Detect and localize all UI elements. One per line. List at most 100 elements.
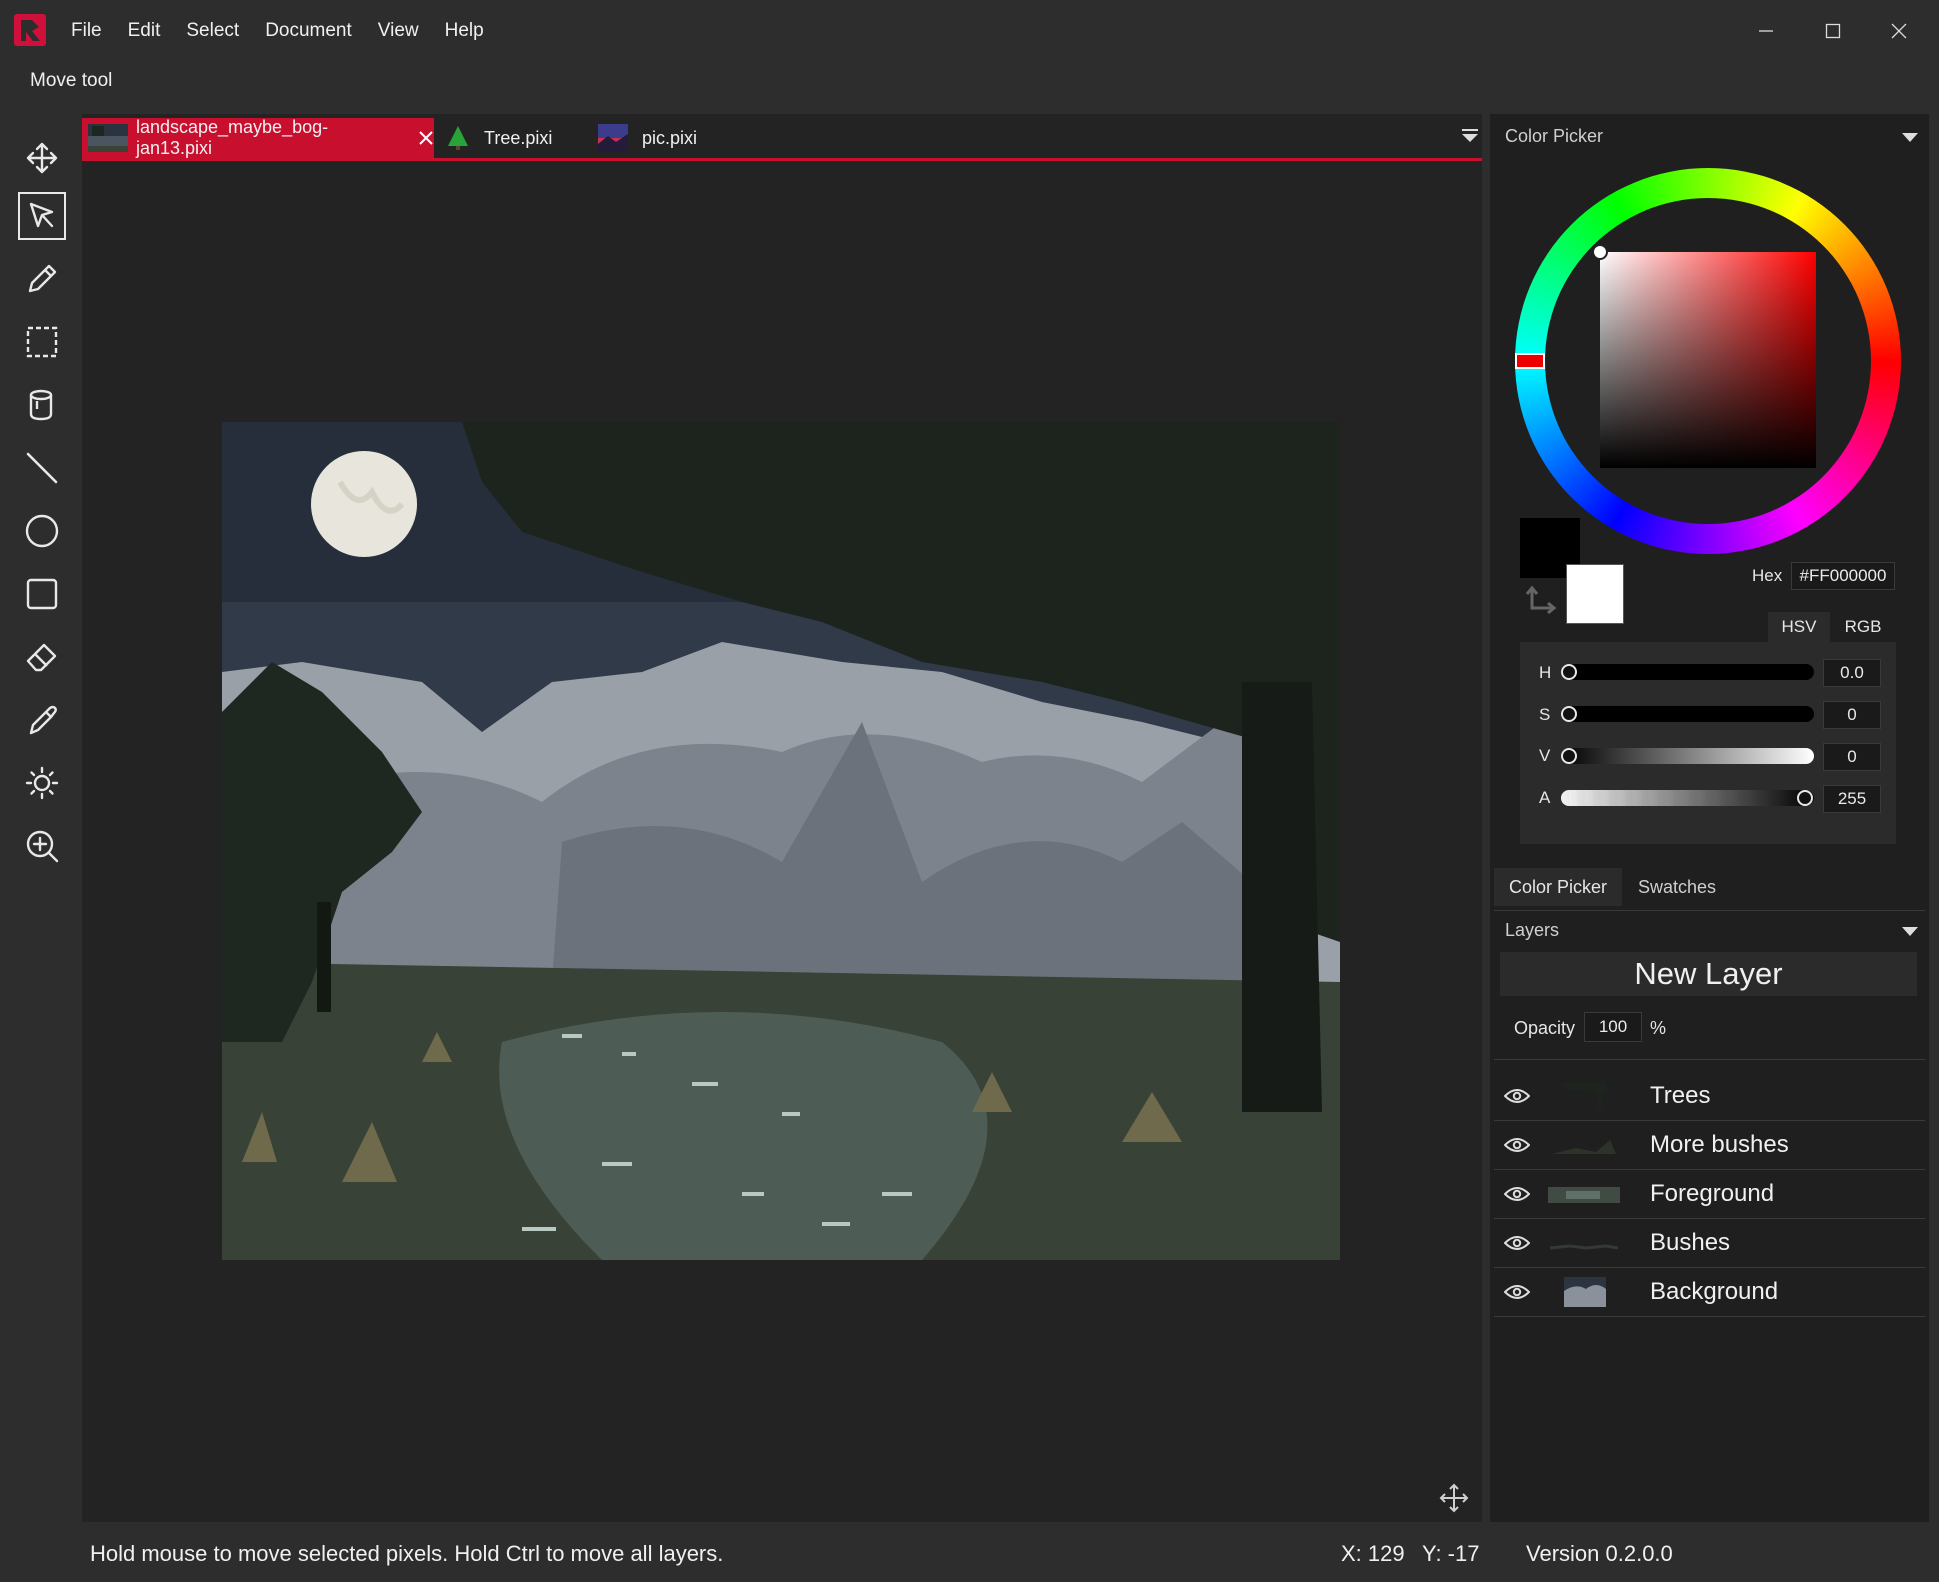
app-logo-icon: [14, 14, 46, 46]
layer-name: Trees: [1650, 1082, 1711, 1109]
h-slider[interactable]: [1561, 664, 1814, 680]
a-slider-knob[interactable]: [1797, 790, 1813, 806]
a-input[interactable]: 255: [1823, 785, 1881, 813]
layer-name: More bushes: [1650, 1131, 1789, 1158]
rectangle-select-tool[interactable]: [18, 318, 66, 366]
s-slider-knob[interactable]: [1561, 706, 1577, 722]
color-picker-collapse-button[interactable]: [1902, 130, 1918, 148]
landscape-thumbnail-icon: [88, 124, 128, 152]
move-tool[interactable]: [18, 134, 66, 182]
layer-row-foreground[interactable]: Foreground: [1494, 1170, 1925, 1219]
tool-panel: [8, 114, 74, 1528]
v-slider-knob[interactable]: [1561, 748, 1577, 764]
hex-input[interactable]: #FF000000: [1791, 562, 1895, 590]
close-icon: [1891, 23, 1907, 39]
zoom-tool[interactable]: [18, 822, 66, 870]
v-input[interactable]: 0: [1823, 743, 1881, 771]
layer-thumbnail: [1546, 1128, 1622, 1162]
close-tab-icon[interactable]: [418, 130, 434, 146]
move-cursor-icon: [1439, 1483, 1469, 1518]
tab-tree[interactable]: Tree.pixi: [444, 118, 574, 158]
h-input[interactable]: 0.0: [1823, 659, 1881, 687]
dropdown-menu-icon: [1462, 129, 1478, 142]
bucket-icon: [29, 389, 53, 421]
fill-tool[interactable]: [18, 381, 66, 429]
new-layer-button[interactable]: New Layer: [1500, 952, 1917, 996]
drawing-canvas[interactable]: [222, 422, 1340, 1260]
s-input[interactable]: 0: [1823, 701, 1881, 729]
layer-thumbnail: [1546, 1079, 1622, 1113]
s-slider[interactable]: [1561, 706, 1814, 722]
v-slider[interactable]: [1561, 748, 1814, 764]
menu-edit[interactable]: Edit: [115, 0, 174, 62]
square-icon: [26, 578, 58, 610]
tab-pic[interactable]: pic.pixi: [598, 118, 728, 158]
saturation-value-square[interactable]: [1600, 252, 1816, 468]
tab-label: landscape_maybe_bog-jan13.pixi: [135, 117, 329, 158]
h-label: H: [1539, 663, 1552, 682]
tab-label: pic.pixi: [642, 127, 698, 148]
layers-collapse-button[interactable]: [1902, 924, 1918, 942]
line-tool[interactable]: [18, 444, 66, 492]
eye-icon[interactable]: [1502, 1081, 1532, 1111]
minimize-button[interactable]: [1733, 0, 1799, 62]
eye-icon[interactable]: [1502, 1228, 1532, 1258]
layers-title: Layers: [1505, 920, 1560, 940]
eye-icon[interactable]: [1502, 1130, 1532, 1160]
line-icon: [26, 452, 58, 484]
v-label: V: [1539, 746, 1551, 765]
a-slider[interactable]: [1561, 790, 1814, 806]
tabs-menu-button[interactable]: [1462, 128, 1478, 149]
menu-document[interactable]: Document: [252, 0, 365, 62]
tab-color-picker[interactable]: Color Picker: [1494, 868, 1622, 906]
tree-thumbnail-icon: [448, 126, 468, 150]
cursor-arrow-icon: [29, 202, 54, 228]
menu-file[interactable]: File: [58, 0, 115, 62]
cursor-y: Y: -17: [1422, 1541, 1480, 1566]
color-picker-tool[interactable]: [18, 696, 66, 744]
circle-icon: [25, 514, 59, 548]
layer-thumbnail: [1546, 1177, 1622, 1211]
eraser-tool[interactable]: [18, 633, 66, 681]
ellipse-tool[interactable]: [18, 507, 66, 555]
divider: [1494, 910, 1925, 911]
swap-arrows-icon: [1525, 585, 1557, 615]
h-slider-knob[interactable]: [1561, 664, 1577, 680]
menu-select[interactable]: Select: [173, 0, 252, 62]
layer-name: Background: [1650, 1278, 1779, 1305]
tab-swatches[interactable]: Swatches: [1624, 868, 1730, 906]
menu-view[interactable]: View: [365, 0, 432, 62]
eyedropper-icon: [29, 705, 57, 735]
menu-help[interactable]: Help: [432, 0, 497, 62]
sv-selector[interactable]: [1592, 244, 1608, 260]
select-tool[interactable]: [18, 192, 66, 240]
chevron-down-icon: [1902, 927, 1918, 936]
eye-icon[interactable]: [1502, 1277, 1532, 1307]
opacity-input[interactable]: 100: [1584, 1012, 1642, 1042]
tab-label: Tree.pixi: [484, 127, 553, 148]
eye-icon[interactable]: [1502, 1179, 1532, 1209]
tab-landscape[interactable]: landscape_maybe_bog-jan13.pixi: [82, 117, 434, 158]
rectangle-tool[interactable]: [18, 570, 66, 618]
mode-hsv-tab[interactable]: HSV: [1768, 612, 1830, 642]
mode-rgb-tab[interactable]: RGB: [1832, 612, 1894, 642]
brightness-tool[interactable]: [18, 759, 66, 807]
layer-row-background[interactable]: Background: [1494, 1268, 1925, 1317]
pen-tool[interactable]: [18, 255, 66, 303]
maximize-button[interactable]: [1800, 0, 1866, 62]
chevron-down-icon: [1902, 133, 1918, 142]
layer-thumbnail: [1546, 1275, 1622, 1309]
swap-colors-button[interactable]: [1524, 584, 1558, 623]
minimize-icon: [1759, 30, 1773, 32]
dashed-rect-icon: [26, 326, 58, 358]
active-tab-underline: [82, 158, 1482, 161]
layer-row-trees[interactable]: Trees: [1494, 1072, 1925, 1121]
close-window-button[interactable]: [1866, 0, 1932, 62]
status-hint: Hold mouse to move selected pixels. Hold…: [90, 1541, 724, 1566]
hue-selector[interactable]: [1515, 353, 1545, 369]
divider: [1494, 1059, 1925, 1060]
layer-row-more-bushes[interactable]: More bushes: [1494, 1121, 1925, 1170]
secondary-color-swatch[interactable]: [1566, 564, 1624, 624]
layer-row-bushes[interactable]: Bushes: [1494, 1219, 1925, 1268]
a-slider-gradient: [1561, 790, 1814, 806]
